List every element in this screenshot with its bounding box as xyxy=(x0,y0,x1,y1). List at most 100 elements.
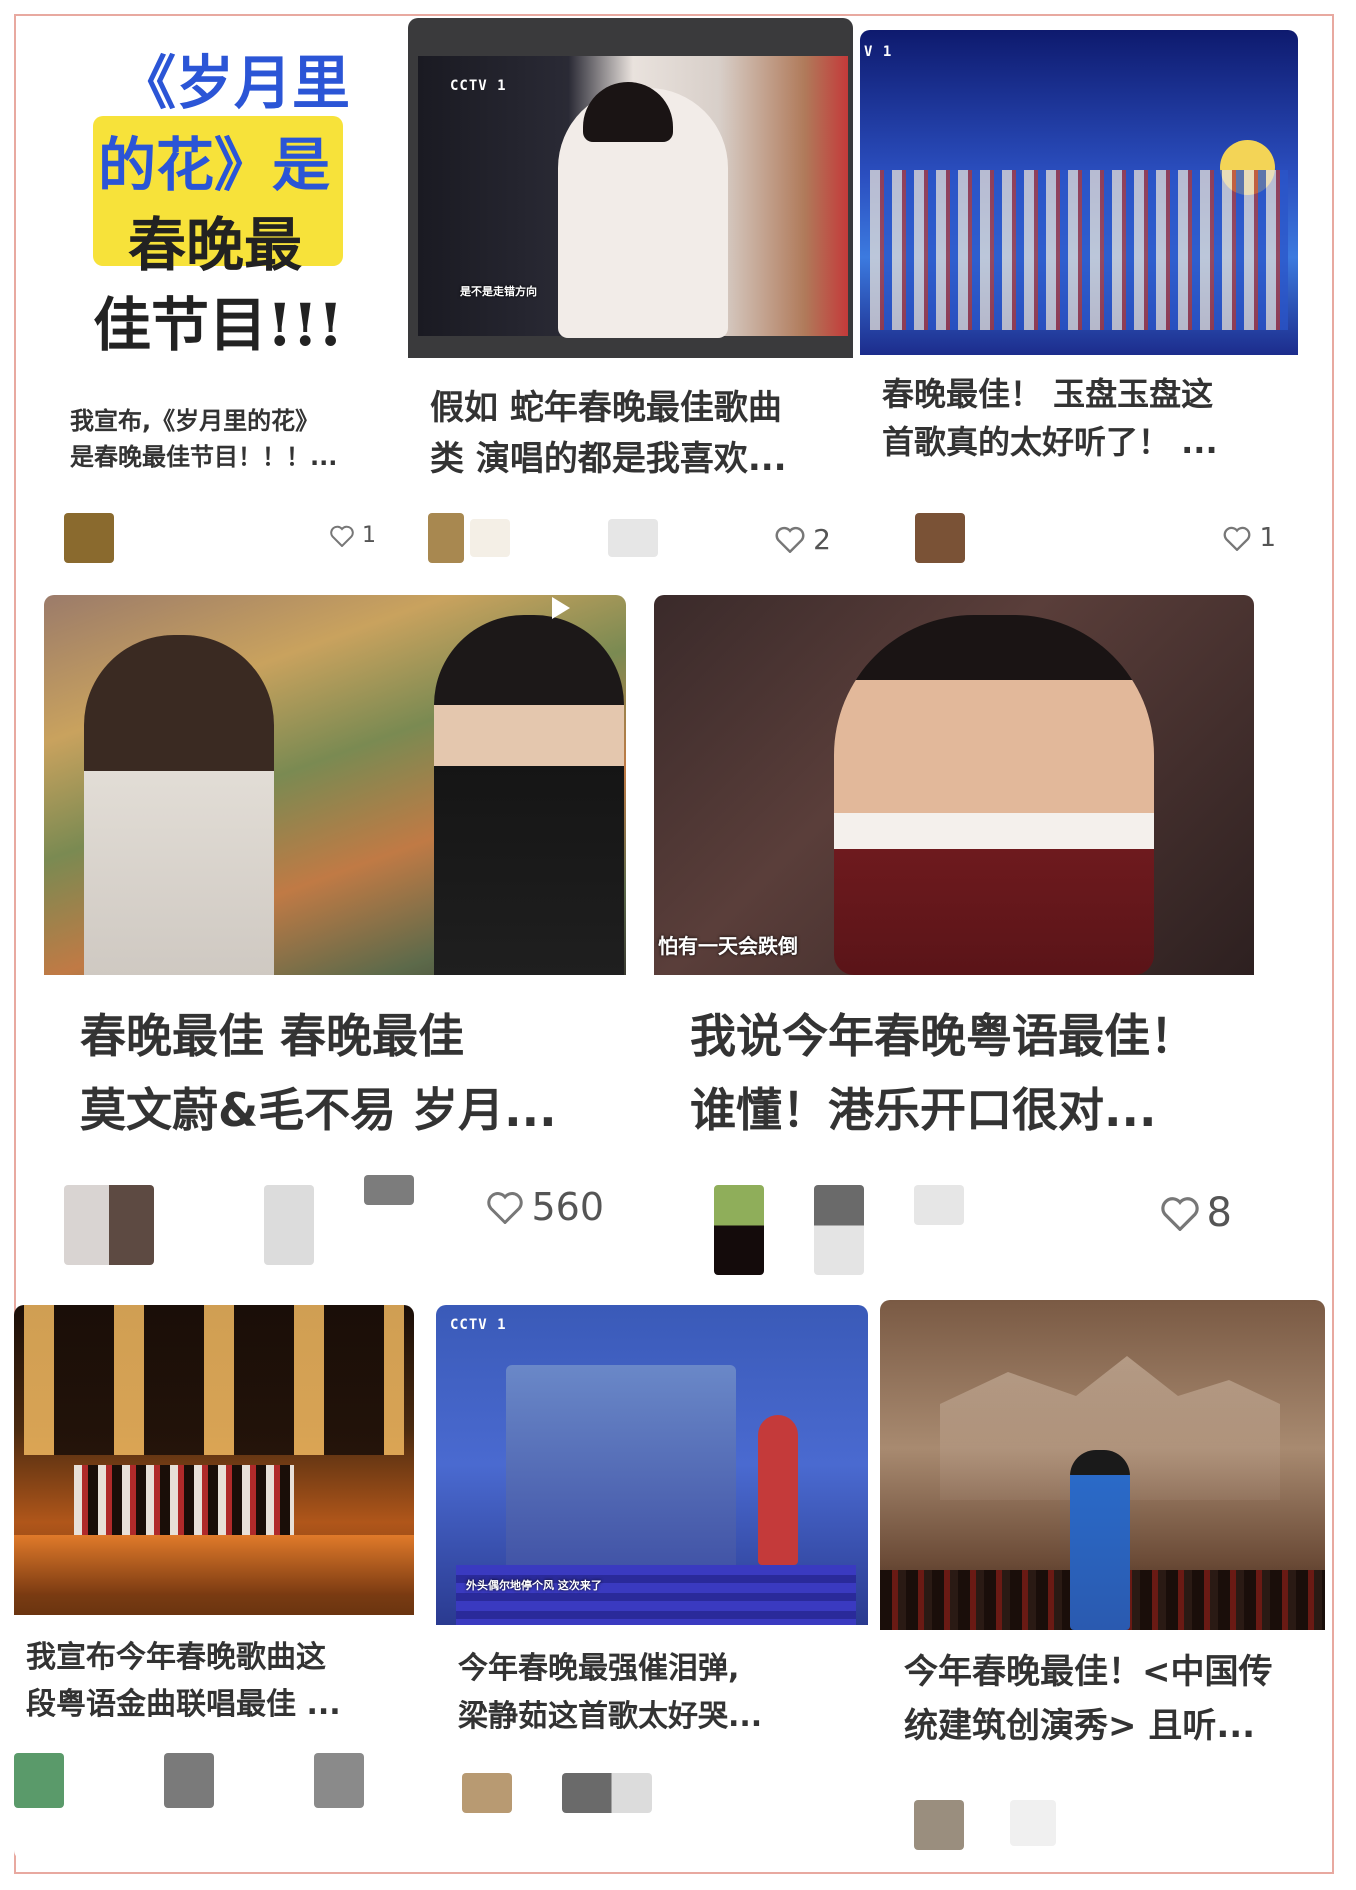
card-meta xyxy=(14,1753,414,1813)
heart-icon xyxy=(1160,1196,1199,1231)
feed-card-7[interactable]: CCTV 1 外头偶尔地停个风 这次来了 今年春晚最强催泪弹, 梁静茹这首歌太好… xyxy=(436,1305,868,1860)
card-title-line-1: 我宣布今年春晚歌曲这 xyxy=(26,1640,326,1675)
like-button[interactable]: 8 xyxy=(1160,1190,1232,1236)
author-avatar[interactable] xyxy=(914,1800,964,1850)
feed-card-4[interactable]: 春晚最佳 春晚最佳 莫文蔚&毛不易 岁月... 560 xyxy=(44,595,626,1285)
card-title-line-1: 春晚最佳 春晚最佳 xyxy=(80,1009,465,1063)
card-title[interactable]: 今年春晚最佳！<中国传 统建筑创演秀> 且听... xyxy=(904,1645,1309,1754)
stage-floor xyxy=(14,1535,414,1595)
heart-icon xyxy=(775,526,805,553)
card-title-line-2: 莫文蔚&毛不易 岁月... xyxy=(80,1082,557,1137)
channel-logo: CCTV 1 xyxy=(450,1317,507,1333)
card-title[interactable]: 假如 蛇年春晚最佳歌曲 类 演唱的都是我喜欢... xyxy=(430,383,837,485)
card-meta: 560 xyxy=(44,1175,626,1265)
card-title[interactable]: 我宣布,《岁月里的花》 是春晚最佳节目！！！... xyxy=(70,403,382,475)
card-meta: 1 xyxy=(860,513,1298,569)
card-title-line-2: 梁静茹这首歌太好哭... xyxy=(458,1699,763,1734)
author-name xyxy=(364,1175,414,1205)
heart-icon xyxy=(1224,526,1251,551)
card-meta: 2 xyxy=(408,513,853,569)
singer-figure xyxy=(758,1415,798,1565)
poster-line-4: 佳节目!!! xyxy=(93,291,344,359)
like-button[interactable]: 2 xyxy=(775,523,831,556)
author-name[interactable] xyxy=(470,519,510,557)
card-title-line-1: 春晚最佳！ 玉盘玉盘这 xyxy=(882,375,1214,413)
card-title-line-2: 类 演唱的都是我喜欢... xyxy=(430,439,787,479)
like-button[interactable]: 1 xyxy=(330,523,376,548)
play-icon xyxy=(552,597,570,619)
poster-line-2: 的花》是 xyxy=(98,131,331,199)
author-name xyxy=(608,519,658,557)
card-title-line-2: 统建筑创演秀> 且听... xyxy=(904,1706,1256,1747)
singer-left xyxy=(84,635,274,975)
author-name xyxy=(914,1185,964,1225)
poster-line-1: 《岁月里 xyxy=(118,49,351,117)
author-avatar[interactable] xyxy=(64,1185,154,1265)
card-cover[interactable]: CCTV 1 外头偶尔地停个风 这次来了 xyxy=(436,1305,868,1625)
choir-rows xyxy=(870,170,1288,330)
card-title-line-2: 是春晚最佳节目！！！... xyxy=(70,443,338,471)
like-count: 560 xyxy=(531,1185,604,1229)
heart-icon xyxy=(487,1191,524,1224)
author-avatar[interactable] xyxy=(462,1773,512,1813)
card-title[interactable]: 春晚最佳 春晚最佳 莫文蔚&毛不易 岁月... xyxy=(80,1000,610,1147)
card-cover[interactable]: CCTV 1 是不是走错方向 xyxy=(408,18,853,358)
feed-card-1[interactable]: 《岁月里 的花》是 春晚最 佳节目!!! 我宣布,《岁月里的花》 是春晚最佳节目… xyxy=(48,18,398,578)
feed-card-2[interactable]: CCTV 1 是不是走错方向 假如 蛇年春晚最佳歌曲 类 演唱的都是我喜欢...… xyxy=(408,18,853,578)
like-count: 1 xyxy=(362,523,376,548)
card-title-line-2: 段粤语金曲联唱最佳 ... xyxy=(26,1686,341,1722)
like-count: 1 xyxy=(1259,523,1276,553)
card-title-line-1: 我说今年春晚粤语最佳！ xyxy=(690,1009,1196,1063)
light-pillars xyxy=(24,1305,404,1455)
card-cover[interactable]: 《岁月里 的花》是 春晚最 佳节目!!! xyxy=(48,18,398,378)
card-title-line-2: 谁懂！港乐开口很对... xyxy=(690,1082,1157,1137)
card-title[interactable]: 我宣布今年春晚歌曲这 段粤语金曲联唱最佳 ... xyxy=(26,1635,398,1728)
singer-figure xyxy=(834,615,1154,975)
card-cover[interactable]: 怕有一天会跌倒 xyxy=(654,595,1254,975)
subtitle-caption: 是不是走错方向 xyxy=(460,285,537,298)
author-avatar[interactable] xyxy=(915,513,965,563)
card-cover[interactable] xyxy=(44,595,626,975)
feed-card-5[interactable]: 怕有一天会跌倒 我说今年春晚粤语最佳！ 谁懂！港乐开口很对... 8 xyxy=(654,595,1254,1285)
card-title[interactable]: 春晚最佳！ 玉盘玉盘这 首歌真的太好听了！ ... xyxy=(882,370,1282,466)
like-count: 2 xyxy=(813,523,831,556)
feed-card-6[interactable]: 我宣布今年春晚歌曲这 段粤语金曲联唱最佳 ... xyxy=(14,1305,414,1860)
subtitle-caption: 外头偶尔地停个风 这次来了 xyxy=(466,1579,602,1592)
channel-logo: V 1 xyxy=(864,44,893,60)
heart-icon xyxy=(330,525,354,547)
card-meta xyxy=(880,1800,1325,1856)
feed-card-3[interactable]: V 1 春晚最佳！ 玉盘玉盘这 首歌真的太好听了！ ... 1 xyxy=(860,30,1298,575)
card-cover[interactable] xyxy=(14,1305,414,1615)
subtitle-caption: 怕有一天会跌倒 xyxy=(658,934,798,958)
poster-line-3: 春晚最 xyxy=(128,211,303,279)
card-title-line-1: 今年春晚最佳！<中国传 xyxy=(904,1652,1273,1692)
author-name[interactable] xyxy=(264,1185,314,1265)
author-avatar[interactable] xyxy=(714,1185,764,1275)
conductor xyxy=(1070,1450,1130,1630)
performers xyxy=(74,1465,294,1535)
card-title-line-2: 首歌真的太好听了！ ... xyxy=(882,423,1218,461)
author-name[interactable] xyxy=(164,1753,214,1808)
author-avatar[interactable] xyxy=(428,513,464,563)
card-cover[interactable] xyxy=(880,1300,1325,1630)
like-button[interactable]: 560 xyxy=(487,1185,604,1229)
card-meta xyxy=(436,1773,868,1833)
author-name[interactable] xyxy=(562,1773,652,1813)
card-title-line-1: 假如 蛇年春晚最佳歌曲 xyxy=(430,388,782,428)
like-count: 8 xyxy=(1206,1190,1232,1236)
card-title-line-1: 今年春晚最强催泪弹, xyxy=(458,1651,740,1686)
feed-card-8[interactable]: 今年春晚最佳！<中国传 统建筑创演秀> 且听... xyxy=(880,1300,1325,1860)
card-meta: 8 xyxy=(654,1175,1254,1275)
card-title[interactable]: 我说今年春晚粤语最佳！ 谁懂！港乐开口很对... xyxy=(690,1000,1238,1147)
card-title[interactable]: 今年春晚最强催泪弹, 梁静茹这首歌太好哭... xyxy=(458,1645,852,1741)
card-cover[interactable]: V 1 xyxy=(860,30,1298,355)
author-name xyxy=(314,1753,364,1808)
channel-logo: CCTV 1 xyxy=(450,78,507,94)
author-name[interactable] xyxy=(814,1185,864,1275)
author-avatar[interactable] xyxy=(14,1753,64,1808)
singer-right xyxy=(434,615,624,975)
author-name xyxy=(1010,1800,1056,1846)
stage-stairs xyxy=(456,1565,856,1625)
author-avatar[interactable] xyxy=(64,513,114,563)
like-button[interactable]: 1 xyxy=(1223,523,1276,553)
